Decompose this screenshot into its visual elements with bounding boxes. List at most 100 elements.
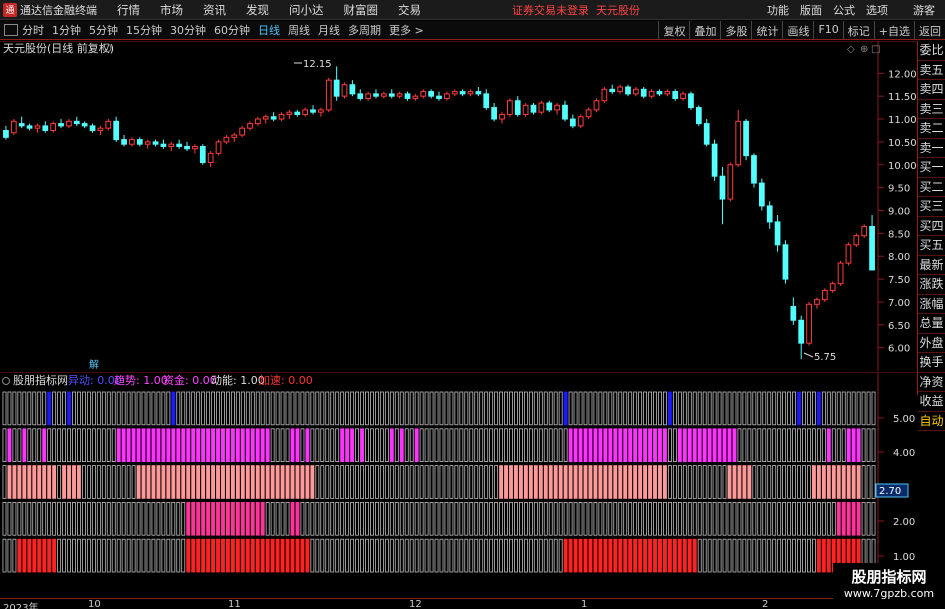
candle-up[interactable] bbox=[861, 226, 868, 237]
period-weekly[interactable]: 周线 bbox=[288, 22, 310, 38]
chart-zoom-icon[interactable]: ⊕ bbox=[860, 44, 868, 55]
candle-up[interactable] bbox=[451, 91, 458, 95]
period-1min[interactable]: 1分钟 bbox=[52, 22, 81, 38]
candle-down[interactable] bbox=[640, 88, 647, 97]
candle-up[interactable] bbox=[215, 141, 222, 154]
candle-up[interactable] bbox=[499, 113, 505, 120]
candle-down[interactable] bbox=[569, 118, 576, 127]
tool-f10[interactable]: F10 bbox=[813, 20, 842, 40]
event-marker[interactable]: 解 bbox=[89, 358, 99, 371]
candle-down[interactable] bbox=[459, 91, 466, 95]
candle-up[interactable] bbox=[727, 164, 734, 200]
side-item-earnings[interactable]: 收益 bbox=[918, 392, 945, 412]
candle-down[interactable] bbox=[798, 319, 805, 344]
side-item-change-pct[interactable]: 涨幅 bbox=[918, 295, 945, 314]
tool-mark[interactable]: 标记 bbox=[842, 20, 874, 40]
side-item-change[interactable]: 涨跌 bbox=[918, 275, 945, 295]
side-item-ask4[interactable]: 卖四 bbox=[918, 80, 945, 100]
candle-down[interactable] bbox=[782, 244, 789, 280]
indicator-settings-icon[interactable] bbox=[2, 377, 10, 385]
side-item-bid2[interactable]: 买二 bbox=[918, 178, 945, 197]
candle-up[interactable] bbox=[302, 109, 309, 115]
menu-wealth[interactable]: 财富圈 bbox=[344, 2, 379, 18]
candle-up[interactable] bbox=[412, 95, 419, 99]
tool-draw[interactable]: 画线 bbox=[782, 20, 813, 40]
tool-adjust[interactable]: 复权 bbox=[658, 20, 689, 40]
tool-statistics[interactable]: 统计 bbox=[751, 20, 782, 40]
menu-news[interactable]: 资讯 bbox=[203, 2, 226, 18]
period-multi[interactable]: 多周期 bbox=[348, 22, 381, 38]
candle-up[interactable] bbox=[601, 88, 608, 102]
candle-up[interactable] bbox=[585, 109, 592, 118]
candle-down[interactable] bbox=[656, 91, 663, 95]
candle-down[interactable] bbox=[349, 84, 356, 95]
menu-layout[interactable]: 版面 bbox=[800, 2, 822, 18]
side-item-net-assets[interactable]: 净资 bbox=[918, 373, 945, 392]
menu-options[interactable]: 选项 bbox=[866, 2, 888, 18]
candle-down[interactable] bbox=[719, 175, 726, 200]
candle-down[interactable] bbox=[695, 107, 702, 125]
side-item-ask2[interactable]: 卖二 bbox=[918, 119, 945, 139]
candle-down[interactable] bbox=[357, 93, 364, 99]
candle-up[interactable] bbox=[467, 91, 474, 95]
candle-up[interactable] bbox=[381, 93, 387, 97]
candle-down[interactable] bbox=[672, 91, 679, 99]
side-item-ask1[interactable]: 卖一 bbox=[918, 139, 945, 158]
candle-down[interactable] bbox=[609, 88, 616, 93]
candle-down[interactable] bbox=[121, 139, 127, 145]
candle-down[interactable] bbox=[73, 120, 80, 125]
candle-up[interactable] bbox=[50, 123, 57, 131]
side-item-turnover[interactable]: 换手 bbox=[918, 353, 945, 373]
candle-down[interactable] bbox=[404, 93, 411, 99]
candle-up[interactable] bbox=[341, 84, 348, 97]
candle-down[interactable] bbox=[530, 104, 537, 113]
candle-down[interactable] bbox=[688, 93, 694, 109]
candle-up[interactable] bbox=[396, 93, 403, 97]
period-tick[interactable]: 分时 bbox=[22, 22, 44, 38]
candle-down[interactable] bbox=[514, 100, 521, 115]
candle-up[interactable] bbox=[664, 91, 671, 95]
side-item-bid1[interactable]: 买一 bbox=[918, 158, 945, 178]
candle-up[interactable] bbox=[538, 102, 545, 113]
period-30min[interactable]: 30分钟 bbox=[170, 22, 206, 38]
candle-up[interactable] bbox=[617, 86, 623, 93]
candle-down[interactable] bbox=[3, 129, 9, 138]
candle-down[interactable] bbox=[81, 123, 88, 127]
menu-function[interactable]: 功能 bbox=[767, 2, 789, 18]
candle-up[interactable] bbox=[247, 123, 253, 129]
tool-back[interactable]: 返回 bbox=[914, 20, 945, 40]
side-item-volume[interactable]: 总量 bbox=[918, 314, 945, 334]
candle-up[interactable] bbox=[207, 152, 214, 163]
candle-up[interactable] bbox=[814, 299, 820, 305]
candle-up[interactable] bbox=[806, 303, 812, 344]
candle-up[interactable] bbox=[577, 116, 584, 127]
candle-up[interactable] bbox=[365, 93, 371, 99]
period-5min[interactable]: 5分钟 bbox=[89, 22, 118, 38]
candle-down[interactable] bbox=[483, 93, 490, 109]
chart-maximize-icon[interactable]: □ bbox=[871, 44, 880, 55]
candle-down[interactable] bbox=[625, 86, 631, 95]
candle-up[interactable] bbox=[735, 120, 742, 166]
candle-down[interactable] bbox=[774, 221, 781, 246]
candle-up[interactable] bbox=[522, 104, 529, 115]
candle-down[interactable] bbox=[199, 145, 206, 163]
candle-down[interactable] bbox=[790, 306, 797, 321]
guest-user[interactable]: 游客 bbox=[913, 2, 935, 18]
side-item-ask5[interactable]: 卖五 bbox=[918, 61, 945, 80]
candle-down[interactable] bbox=[310, 109, 316, 113]
candle-down[interactable] bbox=[136, 139, 143, 145]
candle-down[interactable] bbox=[546, 102, 553, 111]
indicator-chart[interactable]: 股朋指标网 异动: 0.00 趋势: 1.00 资金: 0.00 动能: 1.0… bbox=[0, 372, 916, 598]
period-more[interactable]: 更多 > bbox=[389, 22, 424, 38]
tool-overlay[interactable]: 叠加 bbox=[689, 20, 720, 40]
candle-up[interactable] bbox=[648, 91, 655, 97]
candle-down[interactable] bbox=[436, 95, 442, 99]
candle-down[interactable] bbox=[703, 123, 710, 145]
candle-up[interactable] bbox=[10, 120, 17, 134]
tool-add-watchlist[interactable]: +自选 bbox=[873, 20, 914, 40]
candle-down[interactable] bbox=[294, 111, 301, 115]
candle-down[interactable] bbox=[58, 123, 64, 127]
period-monthly[interactable]: 月线 bbox=[318, 22, 340, 38]
candle-up[interactable] bbox=[554, 104, 560, 111]
candle-up[interactable] bbox=[278, 113, 285, 120]
